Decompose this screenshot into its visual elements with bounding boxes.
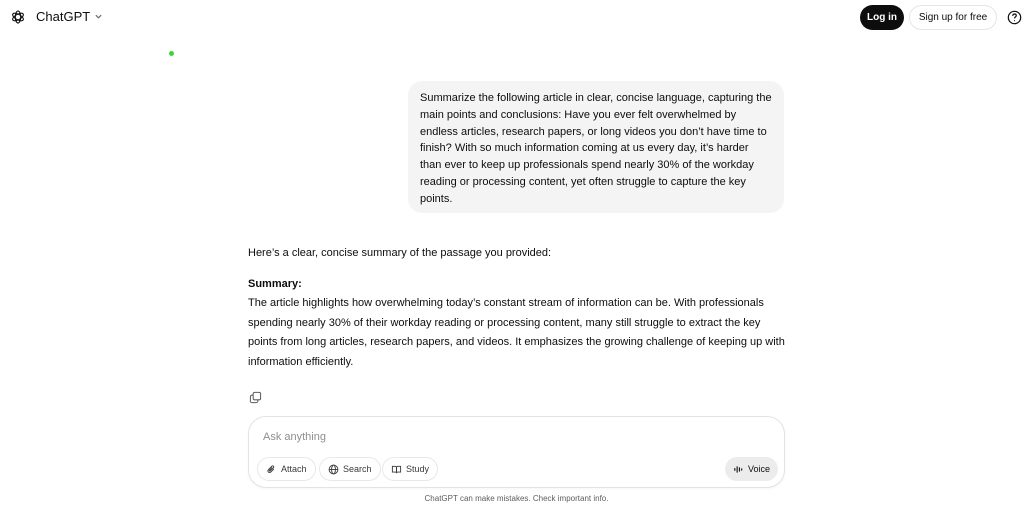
top-bar: ChatGPT Log in Sign up for free — [0, 0, 1024, 36]
search-label: Search — [343, 464, 372, 474]
assistant-intro: Here’s a clear, concise summary of the p… — [248, 247, 552, 259]
attach-label: Attach — [281, 464, 307, 474]
paperclip-icon — [267, 464, 275, 473]
brand-label: ChatGPT — [36, 9, 91, 24]
model-selector[interactable]: ChatGPT — [36, 9, 103, 24]
prompt-input[interactable]: Ask anything — [263, 431, 326, 443]
openai-logo-icon[interactable] — [10, 9, 26, 25]
study-button[interactable]: Study — [382, 457, 439, 481]
composer: Ask anything Attach Search Study Voice — [248, 416, 785, 488]
chevron-down-icon — [95, 14, 102, 19]
status-dot — [169, 51, 174, 56]
search-button[interactable]: Search — [319, 457, 381, 481]
assistant-message: Here’s a clear, concise summary of the p… — [248, 244, 788, 372]
user-message: Summarize the following article in clear… — [408, 81, 784, 213]
waveform-icon — [734, 465, 743, 473]
attach-button[interactable]: Attach — [257, 457, 316, 481]
assistant-heading: Summary: — [248, 277, 302, 290]
voice-label: Voice — [747, 464, 771, 474]
globe-icon — [328, 464, 339, 474]
login-button[interactable]: Log in — [860, 5, 904, 30]
study-label: Study — [406, 464, 430, 474]
voice-button[interactable]: Voice — [725, 457, 778, 481]
book-icon — [391, 465, 402, 473]
signup-button[interactable]: Sign up for free — [909, 5, 997, 30]
assistant-body: The article highlights how overwhelming … — [248, 297, 785, 368]
copy-icon[interactable] — [249, 391, 262, 404]
disclaimer: ChatGPT can make mistakes. Check importa… — [424, 494, 609, 503]
help-icon[interactable] — [1007, 10, 1022, 25]
